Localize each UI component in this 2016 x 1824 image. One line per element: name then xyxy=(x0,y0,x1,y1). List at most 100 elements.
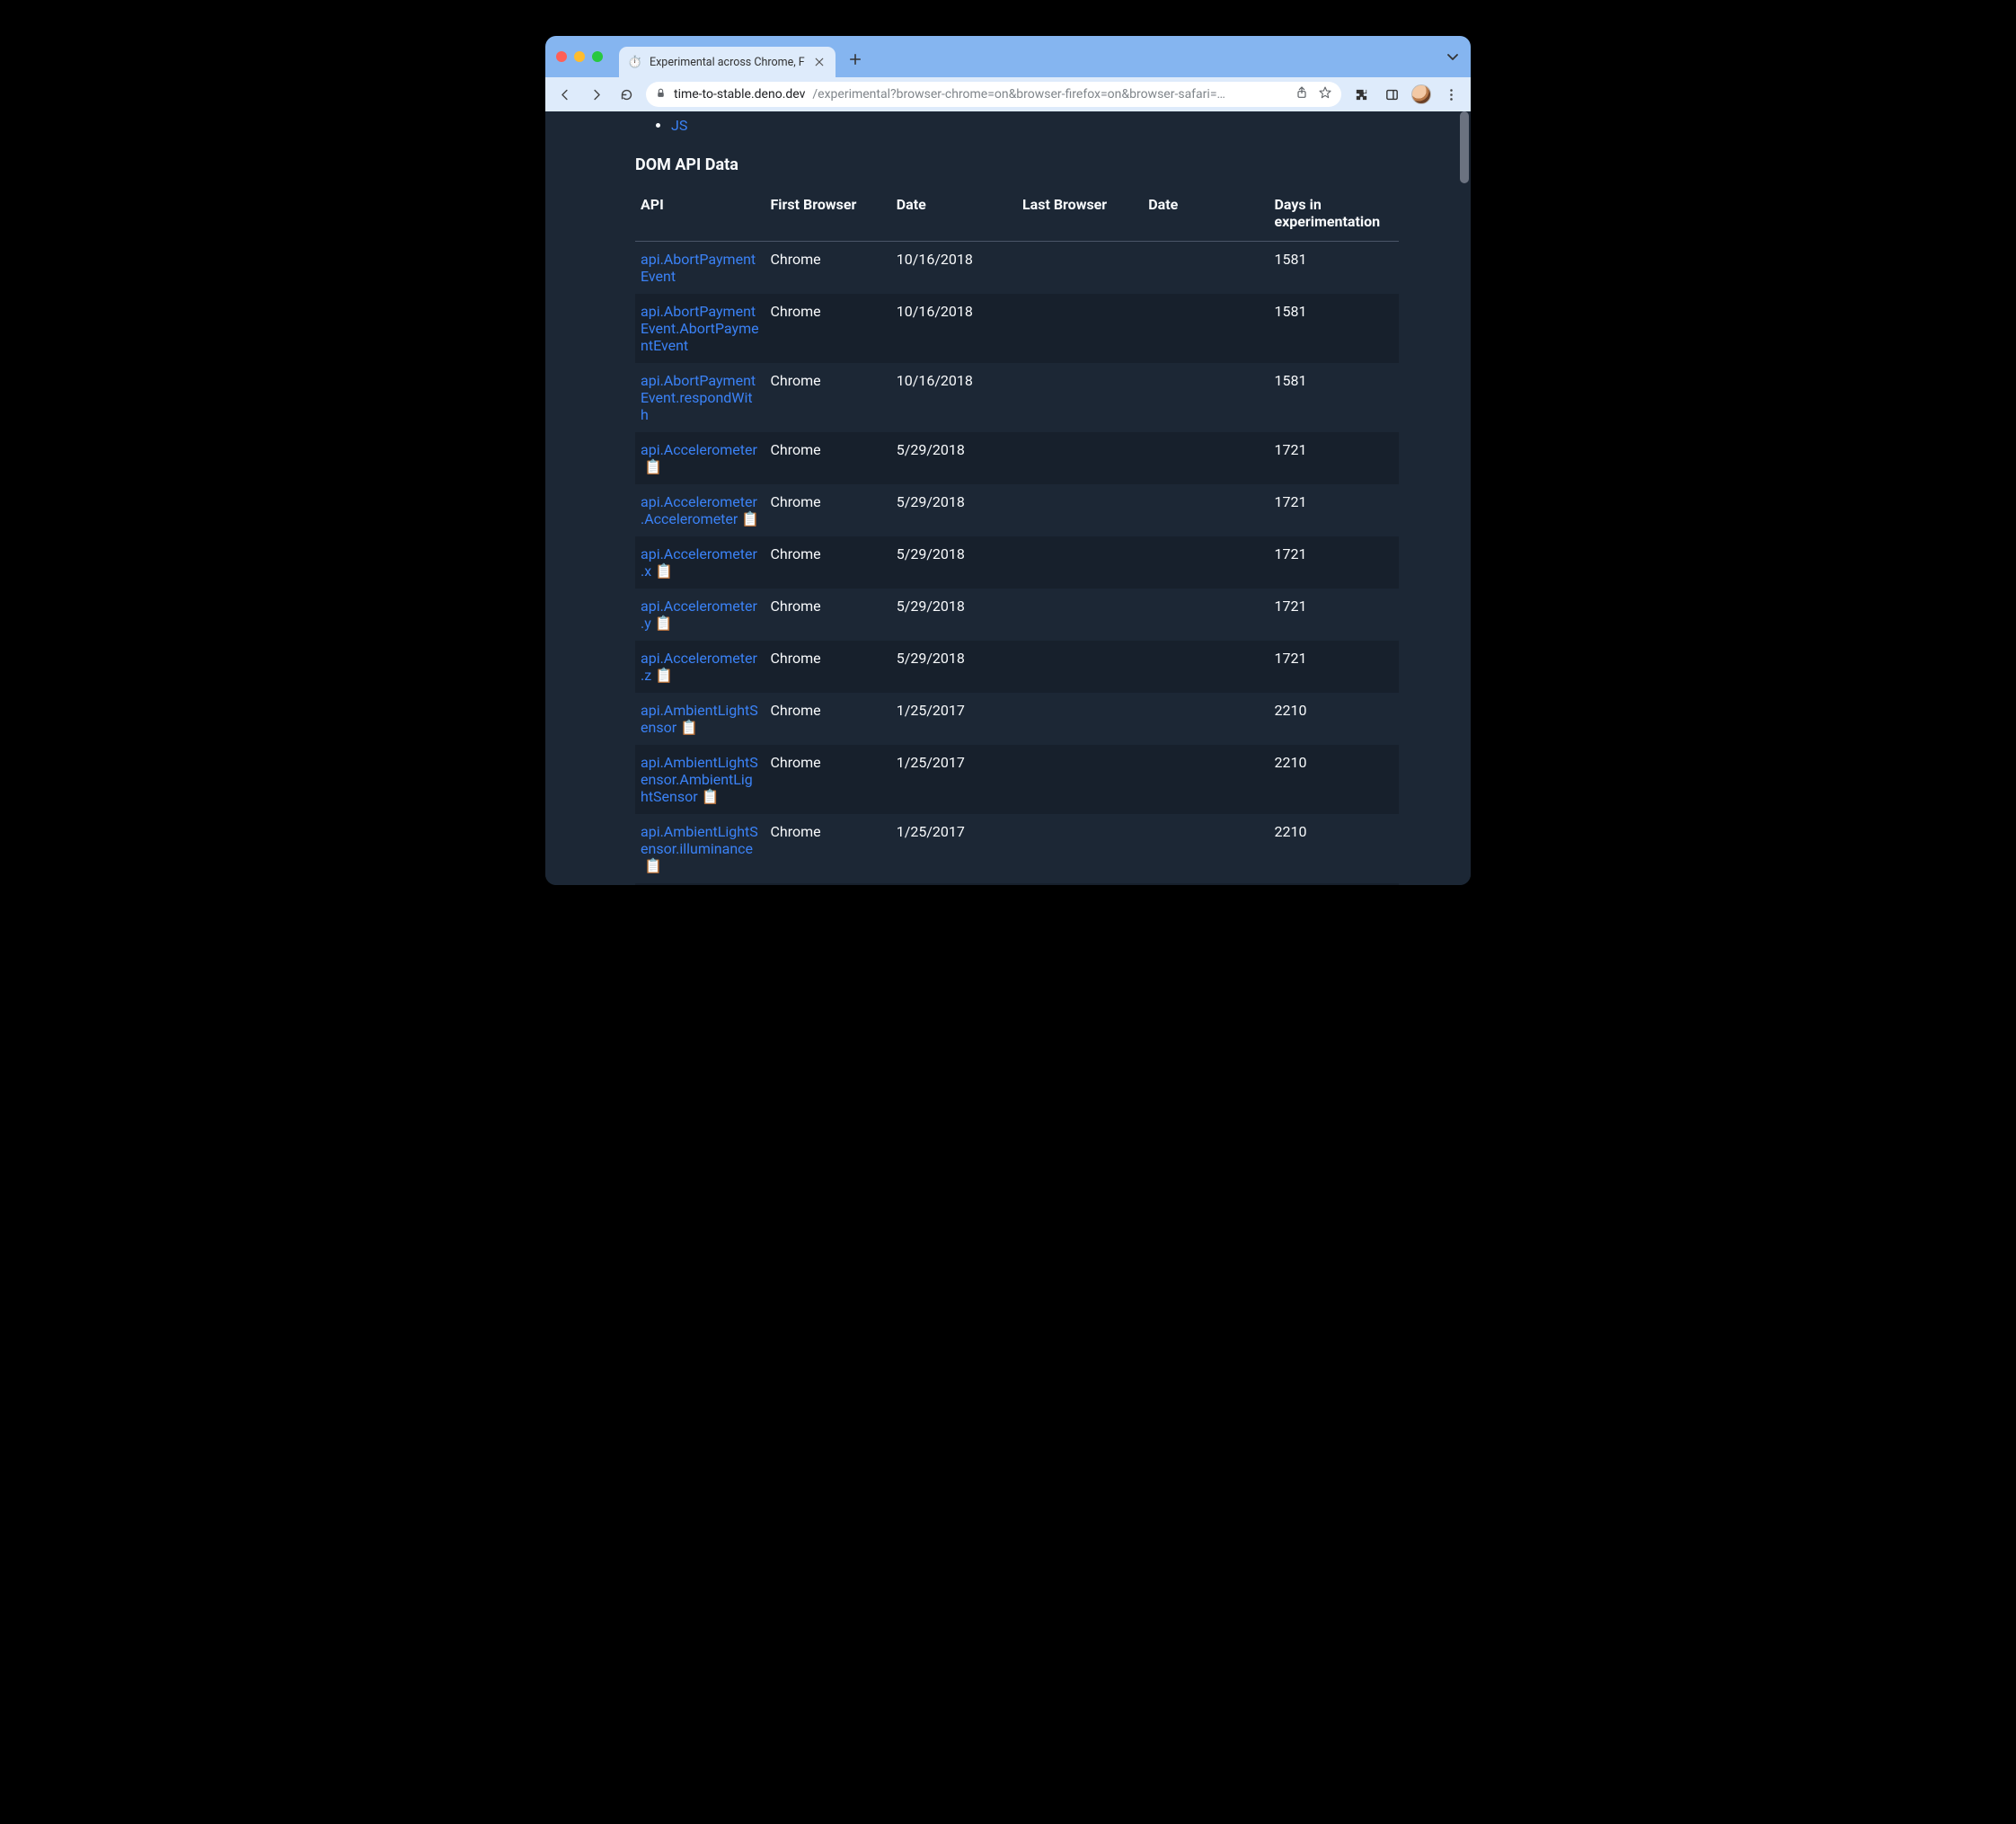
lock-icon xyxy=(655,87,667,102)
api-link[interactable]: api.AbortPaymentEvent.respondWith xyxy=(641,372,756,423)
cell-days: 2210 xyxy=(1269,745,1400,814)
clipboard-icon[interactable]: 📋 xyxy=(655,562,673,580)
clipboard-icon[interactable]: 📋 xyxy=(680,719,698,736)
table-row: api.AbortPaymentEventChrome10/16/2018158… xyxy=(635,242,1399,295)
page-nav: JS xyxy=(635,111,1399,146)
clipboard-icon[interactable]: 📋 xyxy=(655,667,673,684)
back-button[interactable] xyxy=(554,84,576,105)
address-bar[interactable]: time-to-stable.deno.dev/experimental?bro… xyxy=(646,82,1341,107)
panel-icon xyxy=(1384,87,1400,102)
cell-date-first: 1/25/2017 xyxy=(891,745,1017,814)
cell-days: 1721 xyxy=(1269,641,1400,693)
api-link[interactable]: api.AmbientLightSensor.illuminance xyxy=(641,823,758,857)
cell-api: api.AmbientLightSensor.AmbientLightSenso… xyxy=(635,745,765,814)
cell-date-last xyxy=(1143,641,1269,693)
cell-date-last xyxy=(1143,363,1269,432)
cell-api: api.AudioContex xyxy=(635,883,765,885)
clipboard-icon[interactable]: 📋 xyxy=(741,510,759,527)
col-last-browser: Last Browser xyxy=(1017,187,1143,242)
extensions-button[interactable] xyxy=(1350,84,1372,105)
plus-icon xyxy=(849,53,862,66)
cell-last-browser xyxy=(1017,814,1143,883)
api-link[interactable]: api.Accelerometer.Accelerometer xyxy=(641,493,757,527)
table-row: api.AbortPaymentEvent.respondWithChrome1… xyxy=(635,363,1399,432)
nav-link-js[interactable]: JS xyxy=(671,117,687,134)
cell-last-browser xyxy=(1017,294,1143,363)
table-header-row: API First Browser Date Last Browser Date… xyxy=(635,187,1399,242)
col-first-browser: First Browser xyxy=(765,187,891,242)
cell-date-last xyxy=(1143,693,1269,745)
profile-avatar[interactable] xyxy=(1411,84,1431,104)
table-row: api.Accelerometer📋Chrome5/29/20181721 xyxy=(635,432,1399,484)
cell-last-browser xyxy=(1017,589,1143,641)
cell-api: api.AbortPaymentEvent.respondWith xyxy=(635,363,765,432)
cell-last-browser xyxy=(1017,432,1143,484)
table-row: api.AmbientLightSensor.AmbientLightSenso… xyxy=(635,745,1399,814)
clipboard-icon[interactable]: 📋 xyxy=(644,458,662,475)
share-button[interactable] xyxy=(1295,85,1309,103)
cell-date-first: 10/16/2018 xyxy=(891,294,1017,363)
cell-date-last xyxy=(1143,883,1269,885)
side-panel-button[interactable] xyxy=(1381,84,1402,105)
cell-date-last xyxy=(1143,432,1269,484)
maximize-window-button[interactable] xyxy=(592,51,603,62)
table-row: api.Accelerometer.x📋Chrome5/29/20181721 xyxy=(635,536,1399,589)
clipboard-icon[interactable]: 📋 xyxy=(655,615,673,632)
api-link[interactable]: api.AmbientLightSensor xyxy=(641,702,758,736)
overflow-menu-button[interactable] xyxy=(1440,84,1462,105)
close-window-button[interactable] xyxy=(556,51,567,62)
table-row: api.AudioContexChrome2/7/20236 xyxy=(635,883,1399,885)
tabs-overflow-button[interactable] xyxy=(1446,49,1460,67)
cell-date-last xyxy=(1143,589,1269,641)
scrollbar-thumb[interactable] xyxy=(1460,111,1469,183)
table-row: api.Accelerometer.y📋Chrome5/29/20181721 xyxy=(635,589,1399,641)
scrollbar[interactable] xyxy=(1460,111,1469,885)
cell-last-browser xyxy=(1017,363,1143,432)
cell-api: api.AmbientLightSensor.illuminance📋 xyxy=(635,814,765,883)
cell-date-first: 1/25/2017 xyxy=(891,693,1017,745)
cell-date-first: 1/25/2017 xyxy=(891,814,1017,883)
cell-api: api.Accelerometer📋 xyxy=(635,432,765,484)
cell-api: api.Accelerometer.y📋 xyxy=(635,589,765,641)
table-row: api.Accelerometer.z📋Chrome5/29/20181721 xyxy=(635,641,1399,693)
forward-button[interactable] xyxy=(585,84,606,105)
cell-days: 1581 xyxy=(1269,363,1400,432)
api-link[interactable]: api.AmbientLightSensor.AmbientLightSenso… xyxy=(641,754,758,805)
col-days: Days in experimentation xyxy=(1269,187,1400,242)
clipboard-icon[interactable]: 📋 xyxy=(644,857,662,874)
cell-last-browser xyxy=(1017,745,1143,814)
cell-date-last xyxy=(1143,294,1269,363)
reload-button[interactable] xyxy=(615,84,637,105)
cell-last-browser xyxy=(1017,883,1143,885)
api-link[interactable]: api.AbortPaymentEvent xyxy=(641,251,756,285)
cell-last-browser xyxy=(1017,641,1143,693)
cell-date-last xyxy=(1143,536,1269,589)
minimize-window-button[interactable] xyxy=(574,51,585,62)
bookmark-button[interactable] xyxy=(1318,85,1332,103)
api-link[interactable]: api.Accelerometer xyxy=(641,441,757,458)
cell-days: 2210 xyxy=(1269,814,1400,883)
table-body: api.AbortPaymentEventChrome10/16/2018158… xyxy=(635,242,1399,886)
tab-close-button[interactable] xyxy=(812,55,827,69)
browser-toolbar: time-to-stable.deno.dev/experimental?bro… xyxy=(545,77,1471,111)
col-api: API xyxy=(635,187,765,242)
cell-api: api.AbortPaymentEvent.AbortPaymentEvent xyxy=(635,294,765,363)
cell-last-browser xyxy=(1017,242,1143,295)
cell-date-first: 5/29/2018 xyxy=(891,641,1017,693)
table-row: api.AmbientLightSensor.illuminance📋Chrom… xyxy=(635,814,1399,883)
new-tab-button[interactable] xyxy=(843,47,868,72)
url-path: /experimental?browser-chrome=on&browser-… xyxy=(812,87,1287,102)
cell-last-browser xyxy=(1017,536,1143,589)
cell-days: 1721 xyxy=(1269,536,1400,589)
api-link[interactable]: api.AbortPaymentEvent.AbortPaymentEvent xyxy=(641,303,759,354)
cell-last-browser xyxy=(1017,693,1143,745)
cell-date-last xyxy=(1143,814,1269,883)
browser-tab[interactable]: ⏱️ Experimental across Chrome, F xyxy=(619,47,836,77)
cell-api: api.Accelerometer.z📋 xyxy=(635,641,765,693)
clipboard-icon[interactable]: 📋 xyxy=(702,788,720,805)
tab-title: Experimental across Chrome, F xyxy=(650,56,805,69)
cell-date-first: 10/16/2018 xyxy=(891,242,1017,295)
col-date-last: Date xyxy=(1143,187,1269,242)
browser-window: ⏱️ Experimental across Chrome, F time-t xyxy=(545,36,1471,885)
cell-api: api.Accelerometer.Accelerometer📋 xyxy=(635,484,765,536)
